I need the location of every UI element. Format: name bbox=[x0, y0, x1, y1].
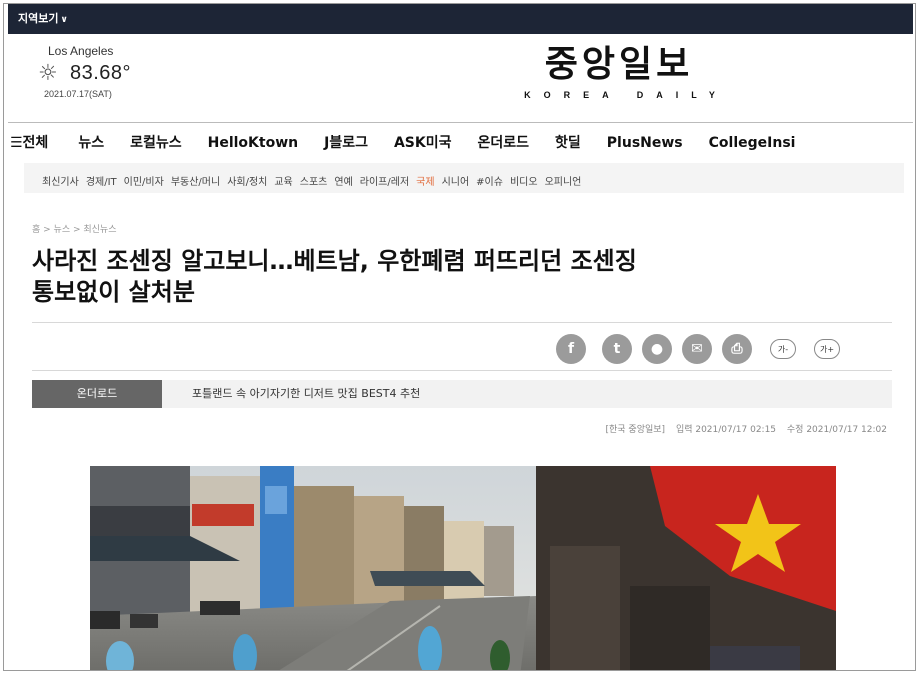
weather-date: 2021.07.17(SAT) bbox=[44, 89, 112, 99]
logo-korean: 중앙일보 bbox=[544, 44, 694, 85]
subnav-item-society[interactable]: 사회/정치 bbox=[227, 173, 267, 188]
nav-item-college-insider[interactable]: CollegeInsi bbox=[709, 135, 796, 151]
print-icon[interactable]: ⎙ bbox=[722, 334, 752, 364]
weather-temperature: 83.68° bbox=[70, 62, 132, 84]
twitter-icon[interactable]: t bbox=[602, 334, 632, 364]
ticker-label: 온더로드 bbox=[32, 380, 162, 408]
font-smaller-button[interactable]: 가- bbox=[770, 339, 796, 359]
related-ticker[interactable]: 온더로드 포틀랜드 속 아기자기한 디저트 맛집 BEST4 추천 bbox=[32, 380, 892, 408]
logo-subtitle: KOREA DAILY bbox=[524, 89, 728, 100]
sun-icon: ☼ bbox=[38, 60, 58, 86]
main-nav: ☰전체 뉴스 로컬뉴스 HelloKtown J블로그 ASK미국 온더로드 핫딜 PlusNe… bbox=[10, 132, 915, 160]
subnav-item-entertainment[interactable]: 연예 bbox=[334, 173, 352, 188]
street-scene-photo bbox=[90, 466, 836, 670]
subnav-item-sports[interactable]: 스포츠 bbox=[300, 173, 328, 188]
article-photo bbox=[90, 466, 836, 670]
nav-item-on-the-road[interactable]: 온더로드 bbox=[478, 132, 530, 152]
modified-time: 수정 2021/07/17 12:02 bbox=[786, 425, 887, 435]
share-bar: f t ● ✉ ⎙ 가- 가+ bbox=[556, 334, 840, 364]
share-divider bbox=[32, 370, 892, 371]
nav-item-helloktown[interactable]: HelloKtown bbox=[208, 135, 299, 151]
ticker-text[interactable]: 포틀랜드 속 아기자기한 디저트 맛집 BEST4 추천 bbox=[192, 380, 420, 408]
browser-frame: 지역보기 ∨ Los Angeles ☼ 83.68° 2021.07.17(SA… bbox=[3, 3, 916, 671]
nav-item-ask-us[interactable]: ASK미국 bbox=[394, 132, 452, 152]
subnav-item-education[interactable]: 교육 bbox=[274, 173, 292, 188]
nav-item-all[interactable]: ☰전체 bbox=[10, 132, 48, 152]
nav-item-local-news[interactable]: 로컬뉴스 bbox=[130, 132, 182, 152]
nav-item-hot-deal[interactable]: 핫딜 bbox=[555, 132, 581, 152]
headline-line-1: 사라진 조센징 알고보니…베트남, 우한폐렴 퍼뜨리던 조센징 bbox=[32, 247, 637, 275]
email-icon[interactable]: ✉ bbox=[682, 334, 712, 364]
article-source: [한국 중앙일보] bbox=[605, 425, 666, 435]
subnav-item-immigration[interactable]: 이민/비자 bbox=[124, 173, 164, 188]
headline-line-2: 통보없이 살처분 bbox=[32, 278, 195, 307]
subnav-item-latest[interactable]: 최신기사 bbox=[42, 173, 79, 188]
headline-divider bbox=[32, 322, 892, 323]
region-selector[interactable]: 지역보기 ∨ bbox=[8, 4, 913, 34]
font-larger-button[interactable]: 가+ bbox=[814, 339, 840, 359]
weather-widget: Los Angeles ☼ 83.68° 2021.07.17(SAT) bbox=[38, 44, 198, 114]
subnav-item-opinion[interactable]: 오피니언 bbox=[545, 173, 582, 188]
chevron-down-icon: ∨ bbox=[60, 15, 68, 25]
nav-item-jblog[interactable]: J블로그 bbox=[324, 132, 368, 152]
site-logo[interactable]: 중앙일보 KOREA DAILY bbox=[504, 46, 734, 100]
region-label: 지역보기 bbox=[18, 12, 59, 25]
facebook-icon[interactable]: f bbox=[556, 334, 586, 364]
article-headline: 사라진 조센징 알고보니…베트남, 우한폐렴 퍼뜨리던 조센징 통보없이 살처분 bbox=[32, 246, 902, 308]
breadcrumb[interactable]: 홈 > 뉴스 > 최신뉴스 bbox=[32, 222, 117, 235]
subnav-item-economy-it[interactable]: 경제/IT bbox=[86, 173, 117, 188]
speech-bubble-icon[interactable]: ● bbox=[642, 334, 672, 364]
subnav-item-video[interactable]: 비디오 bbox=[510, 173, 538, 188]
subnav-item-real-estate[interactable]: 부동산/머니 bbox=[171, 173, 220, 188]
published-time: 입력 2021/07/17 02:15 bbox=[675, 425, 777, 435]
subnav-item-senior[interactable]: 시니어 bbox=[442, 173, 470, 188]
header-divider bbox=[8, 122, 913, 123]
nav-item-plusnews[interactable]: PlusNews bbox=[607, 135, 683, 151]
subnav-item-issue[interactable]: #이슈 bbox=[476, 173, 503, 188]
sub-nav: 최신기사 경제/IT 이민/비자 부동산/머니 사회/정치 교육 스포츠 연예 라이프/레저 국제… bbox=[24, 163, 904, 193]
article-meta: [한국 중앙일보] 입력 2021/07/17 02:15 수정 2021/07… bbox=[597, 422, 887, 435]
subnav-item-life[interactable]: 라이프/레저 bbox=[360, 173, 409, 188]
weather-city: Los Angeles bbox=[48, 44, 114, 58]
nav-item-news[interactable]: 뉴스 bbox=[78, 132, 104, 152]
subnav-item-international[interactable]: 국제 bbox=[416, 173, 434, 188]
